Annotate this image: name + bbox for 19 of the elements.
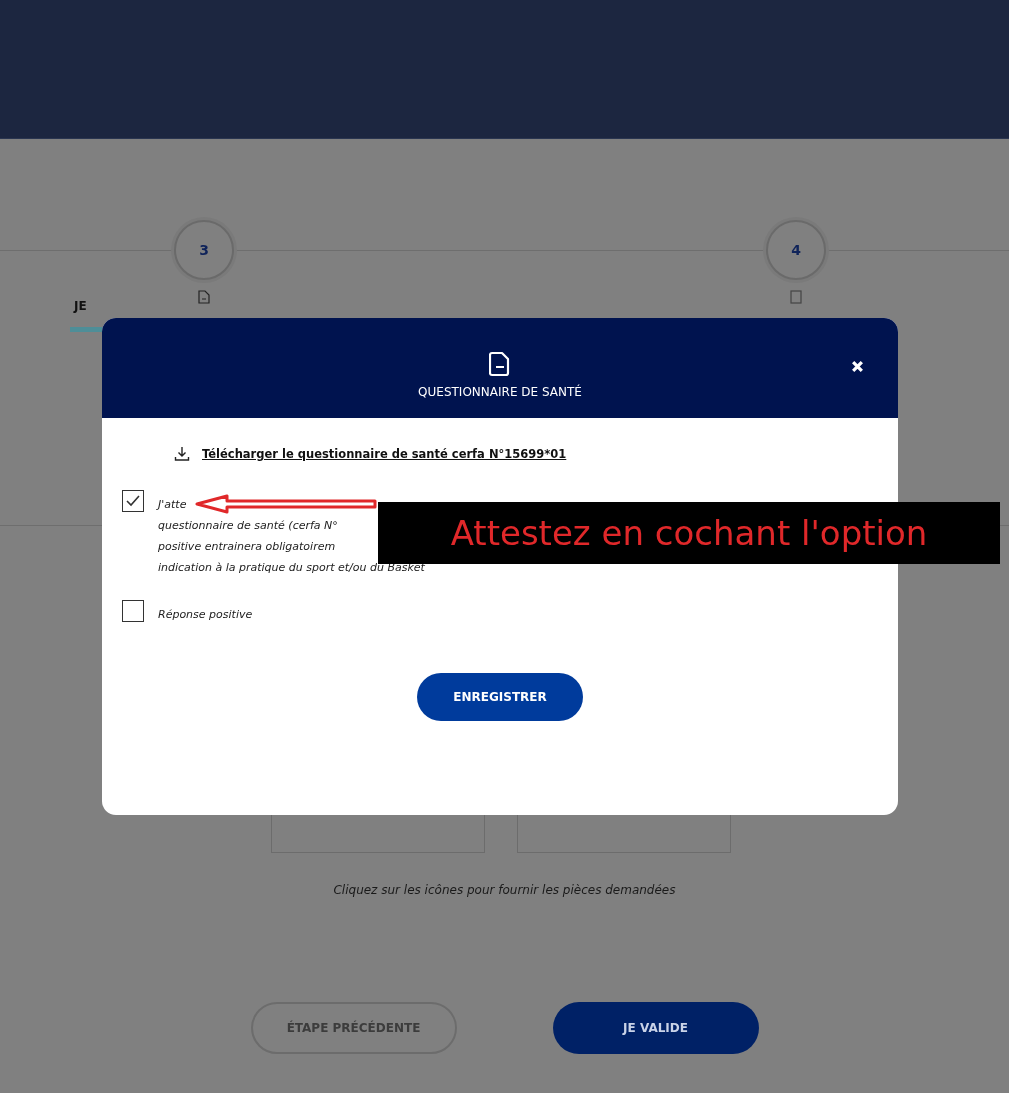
option-text: Réponse positive — [158, 607, 253, 623]
annotation-label: Attestez en cochant l'option — [378, 502, 1000, 564]
nav-button[interactable]: JE VALIDE — [552, 1002, 759, 1054]
option-text: positive entrainera obligatoirem — [158, 539, 336, 555]
square-icon — [790, 290, 802, 304]
upload-caption: Cliquez sur les icônes pour fournir les pièces demandées — [332, 883, 677, 897]
option-text: J'atte — [158, 497, 187, 513]
save-button[interactable]: ENREGISTRER — [417, 673, 583, 721]
download-link[interactable]: Télécharger le questionnaire de santé cerfa N°15699*01 — [202, 447, 567, 461]
option-text: questionnaire de santé (cerfa N° — [158, 518, 338, 534]
close-icon[interactable] — [851, 360, 864, 373]
step-circle[interactable]: 4 — [766, 220, 826, 280]
download-icon — [174, 446, 190, 462]
document-icon — [489, 351, 511, 377]
step-circle[interactable]: 3 — [174, 220, 234, 280]
modal-title: QUESTIONNAIRE DE SANTÉ — [418, 385, 582, 399]
document-icon — [198, 290, 210, 304]
checkbox[interactable] — [122, 600, 144, 622]
checkbox[interactable] — [122, 490, 144, 512]
